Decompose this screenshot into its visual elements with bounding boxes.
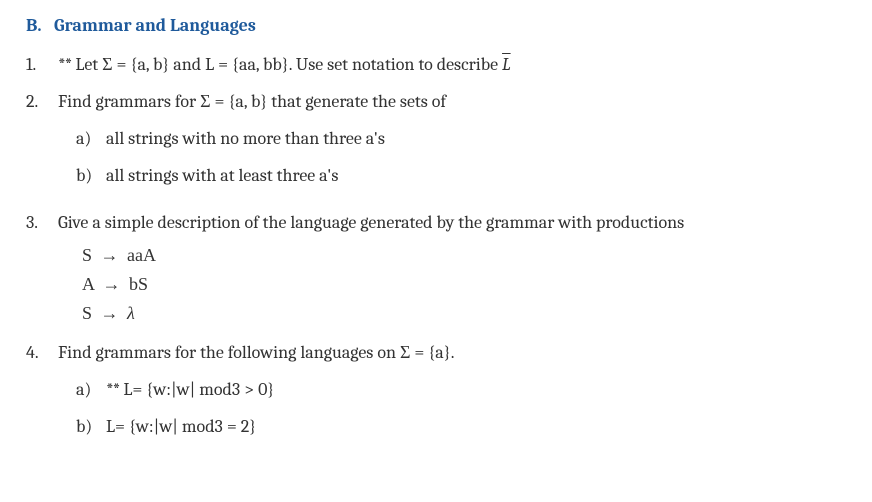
question-text: Find grammars for the following language… [58, 342, 454, 363]
q1-text: Let Σ = {a, b} and L = {aa, bb}. Use set… [75, 54, 502, 75]
question-number: 1. [26, 51, 58, 78]
question-number: 2. [26, 88, 58, 199]
sub-text: all strings with no more than three a's [106, 125, 385, 152]
sub-item-b: b) L= {w:|w| mod3 = 2} [58, 413, 840, 440]
sub-list: a) all strings with no more than three a… [58, 125, 840, 189]
productions-block: S → aaA A → bS S → λ [58, 242, 840, 327]
l-bar-symbol: L [502, 54, 511, 75]
section-title: Grammar and Languages [54, 15, 256, 36]
arrow-icon: → [101, 300, 119, 327]
production-1: S → aaA [82, 242, 840, 269]
question-text: ** Let Σ = {a, b} and L = {aa, bb}. Use … [58, 54, 511, 75]
question-number: 3. [26, 209, 58, 329]
sub-text: L= {w:|w| mod3 = 2} [106, 413, 256, 440]
prod-lhs: S [82, 303, 92, 323]
sub-letter: b) [76, 413, 106, 440]
question-list: 1. ** Let Σ = {a, b} and L = {aa, bb}. U… [18, 51, 840, 450]
question-body: Find grammars for the following language… [58, 339, 840, 450]
question-text: Find grammars for Σ = {a, b} that genera… [58, 91, 446, 112]
section-header: B. Grammar and Languages [18, 12, 840, 39]
prod-lhs: S [82, 245, 92, 265]
prod-rhs: aaA [127, 245, 156, 265]
production-3: S → λ [82, 300, 840, 327]
question-body: ** Let Σ = {a, b} and L = {aa, bb}. Use … [58, 51, 840, 78]
sub-item-a: a) all strings with no more than three a… [58, 125, 840, 152]
production-2: A → bS [82, 271, 840, 298]
sub-item-a: a) ** L= {w:|w| mod3 > 0} [58, 376, 840, 403]
question-body: Give a simple description of the languag… [58, 209, 840, 329]
question-number: 4. [26, 339, 58, 450]
question-text: Give a simple description of the languag… [58, 209, 840, 236]
prod-rhs: bS [129, 274, 148, 294]
stars-marker: ** [58, 54, 71, 75]
sub-text-wrap: ** L= {w:|w| mod3 > 0} [106, 376, 274, 403]
question-1: 1. ** Let Σ = {a, b} and L = {aa, bb}. U… [18, 51, 840, 78]
question-3: 3. Give a simple description of the lang… [18, 209, 840, 329]
question-4: 4. Find grammars for the following langu… [18, 339, 840, 450]
sub-letter: a) [76, 376, 106, 403]
sub-letter: a) [76, 125, 106, 152]
question-2: 2. Find grammars for Σ = {a, b} that gen… [18, 88, 840, 199]
prod-lhs: A [82, 274, 94, 294]
arrow-icon: → [101, 242, 119, 269]
arrow-icon: → [103, 271, 121, 298]
question-body: Find grammars for Σ = {a, b} that genera… [58, 88, 840, 199]
sub-text: L= {w:|w| mod3 > 0} [123, 379, 274, 400]
stars-marker: ** [106, 379, 119, 400]
sub-list: a) ** L= {w:|w| mod3 > 0} b) L= {w:|w| m… [58, 376, 840, 440]
sub-text: all strings with at least three a's [106, 162, 338, 189]
prod-rhs: λ [127, 303, 135, 323]
sub-item-b: b) all strings with at least three a's [58, 162, 840, 189]
sub-letter: b) [76, 162, 106, 189]
section-letter: B. [26, 12, 50, 39]
